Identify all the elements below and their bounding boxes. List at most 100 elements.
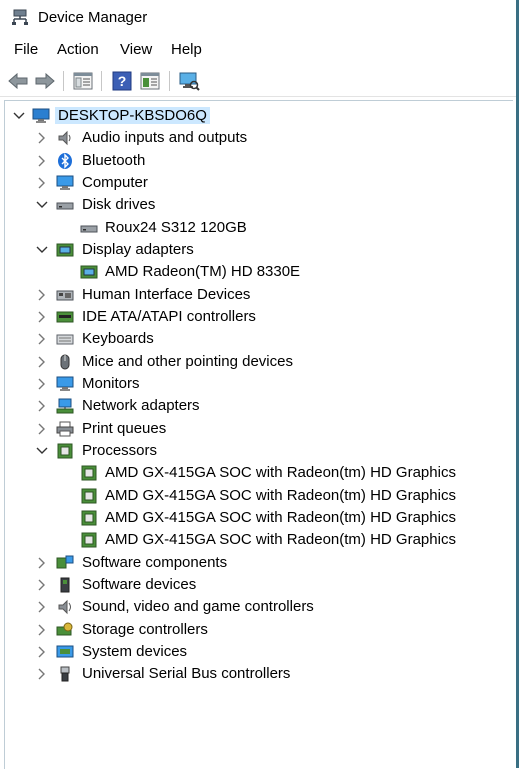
tree-device-label: AMD GX-415GA SOC with Radeon(tm) HD Grap… (105, 486, 456, 504)
forward-icon[interactable] (34, 70, 56, 92)
view-icon[interactable] (139, 70, 161, 92)
tree-category[interactable]: Human Interface Devices (5, 284, 505, 306)
tree-category[interactable]: System devices (5, 641, 505, 663)
storage-controller-icon (56, 622, 73, 636)
root-computer-label: DESKTOP-KBSDO6Q (55, 107, 210, 124)
chevron-right-icon[interactable] (36, 422, 48, 436)
svg-text:?: ? (118, 73, 127, 89)
chevron-down-icon[interactable] (36, 444, 48, 458)
network-adapter-icon (56, 398, 74, 414)
device-manager-app-icon (12, 9, 28, 25)
software-component-icon (56, 555, 74, 569)
tree-category[interactable]: Software components (5, 552, 505, 574)
disk-drive-icon (80, 225, 98, 233)
title-bar[interactable]: Device Manager (0, 0, 516, 36)
tree-root[interactable]: DESKTOP-KBSDO6Q (5, 105, 505, 127)
tree-category[interactable]: Mice and other pointing devices (5, 351, 505, 373)
chevron-right-icon[interactable] (36, 154, 48, 168)
chevron-down-icon[interactable] (36, 243, 48, 257)
tree-device[interactable]: AMD Radeon(TM) HD 8330E (5, 261, 505, 283)
tree-category[interactable]: Print queues (5, 418, 505, 440)
hid-icon (56, 290, 74, 301)
tree-category-label: Software devices (82, 575, 197, 593)
chevron-right-icon[interactable] (36, 667, 48, 681)
tree-device[interactable]: AMD GX-415GA SOC with Radeon(tm) HD Grap… (5, 507, 505, 529)
tree-category-label: Mice and other pointing devices (82, 352, 293, 370)
chevron-right-icon[interactable] (36, 645, 48, 659)
tree-category[interactable]: Bluetooth (5, 150, 505, 172)
tree-category-label: Network adapters (82, 397, 200, 415)
back-icon[interactable] (7, 70, 29, 92)
chevron-right-icon[interactable] (36, 578, 48, 592)
properties-icon[interactable] (72, 70, 94, 92)
tree-category[interactable]: Network adapters (5, 395, 505, 417)
tree-device[interactable]: AMD GX-415GA SOC with Radeon(tm) HD Grap… (5, 462, 505, 484)
menu-view[interactable]: View (118, 41, 154, 58)
speaker-icon (58, 131, 71, 146)
tree-device[interactable]: Roux24 S312 120GB (5, 217, 505, 239)
tree-category-label: Sound, video and game controllers (82, 598, 314, 616)
tree-category-label: Disk drives (82, 196, 156, 214)
tree-category[interactable]: Software devices (5, 574, 505, 596)
menu-bar: File Action View Help (0, 38, 516, 64)
toolbar-separator (169, 71, 170, 91)
tree-category[interactable]: Keyboards (5, 328, 505, 350)
sound-icon (58, 600, 71, 615)
chevron-right-icon[interactable] (36, 600, 48, 614)
bluetooth-icon (58, 152, 72, 169)
tree-category-label: Keyboards (82, 330, 154, 348)
display-adapter-icon (80, 265, 98, 279)
tree-category-label: Universal Serial Bus controllers (82, 665, 291, 683)
menu-action[interactable]: Action (55, 41, 101, 58)
tree-category[interactable]: Processors (5, 440, 505, 462)
chevron-right-icon[interactable] (36, 310, 48, 324)
tree-category-label: Bluetooth (82, 151, 146, 169)
tree-device-label: AMD GX-415GA SOC with Radeon(tm) HD Grap… (105, 531, 456, 549)
chevron-right-icon[interactable] (36, 332, 48, 346)
toolbar-separator (63, 71, 64, 91)
tree-category[interactable]: Disk drives (5, 194, 505, 216)
help-icon[interactable]: ? (111, 70, 133, 92)
system-device-icon (56, 645, 74, 658)
chevron-right-icon[interactable] (36, 176, 48, 190)
tree-category-label: Software components (82, 553, 228, 571)
chevron-down-icon[interactable] (13, 109, 25, 123)
tree-category[interactable]: Sound, video and game controllers (5, 596, 505, 618)
tree-category-label: Processors (82, 441, 158, 459)
tree-device-label: AMD Radeon(TM) HD 8330E (105, 263, 301, 281)
scan-hardware-icon[interactable] (178, 70, 200, 92)
tree-category[interactable]: Universal Serial Bus controllers (5, 663, 505, 685)
chevron-right-icon[interactable] (36, 131, 48, 145)
chevron-right-icon[interactable] (36, 355, 48, 369)
tree-device-label: AMD GX-415GA SOC with Radeon(tm) HD Grap… (105, 508, 456, 526)
chevron-right-icon[interactable] (36, 288, 48, 302)
chevron-right-icon[interactable] (36, 623, 48, 637)
computer-icon (56, 175, 74, 190)
tree-category[interactable]: IDE ATA/ATAPI controllers (5, 306, 505, 328)
usb-icon (60, 666, 70, 682)
computer-icon (32, 108, 50, 123)
menu-help[interactable]: Help (169, 41, 204, 58)
tree-category[interactable]: Computer (5, 172, 505, 194)
chevron-down-icon[interactable] (36, 198, 48, 212)
chevron-right-icon[interactable] (36, 399, 48, 413)
tree-category[interactable]: Display adapters (5, 239, 505, 261)
tree-category-label: Computer (82, 173, 148, 191)
tree-device[interactable]: AMD GX-415GA SOC with Radeon(tm) HD Grap… (5, 485, 505, 507)
tree-category[interactable]: Storage controllers (5, 619, 505, 641)
processor-icon (81, 488, 97, 504)
toolbar-separator (101, 71, 102, 91)
device-manager-window: Device Manager File Action View Help ? D… (0, 0, 519, 769)
tree-device[interactable]: AMD GX-415GA SOC with Radeon(tm) HD Grap… (5, 529, 505, 551)
processor-icon (81, 510, 97, 526)
menu-file[interactable]: File (12, 41, 40, 58)
tree-category[interactable]: Audio inputs and outputs (5, 127, 505, 149)
tree-category-label: Storage controllers (82, 620, 208, 638)
tree-device-label: Roux24 S312 120GB (105, 218, 247, 236)
window-title: Device Manager (38, 9, 148, 26)
chevron-right-icon[interactable] (36, 556, 48, 570)
printer-icon (56, 421, 74, 437)
tree-category[interactable]: Monitors (5, 373, 505, 395)
chevron-right-icon[interactable] (36, 377, 48, 391)
disk-drive-icon (56, 202, 74, 210)
